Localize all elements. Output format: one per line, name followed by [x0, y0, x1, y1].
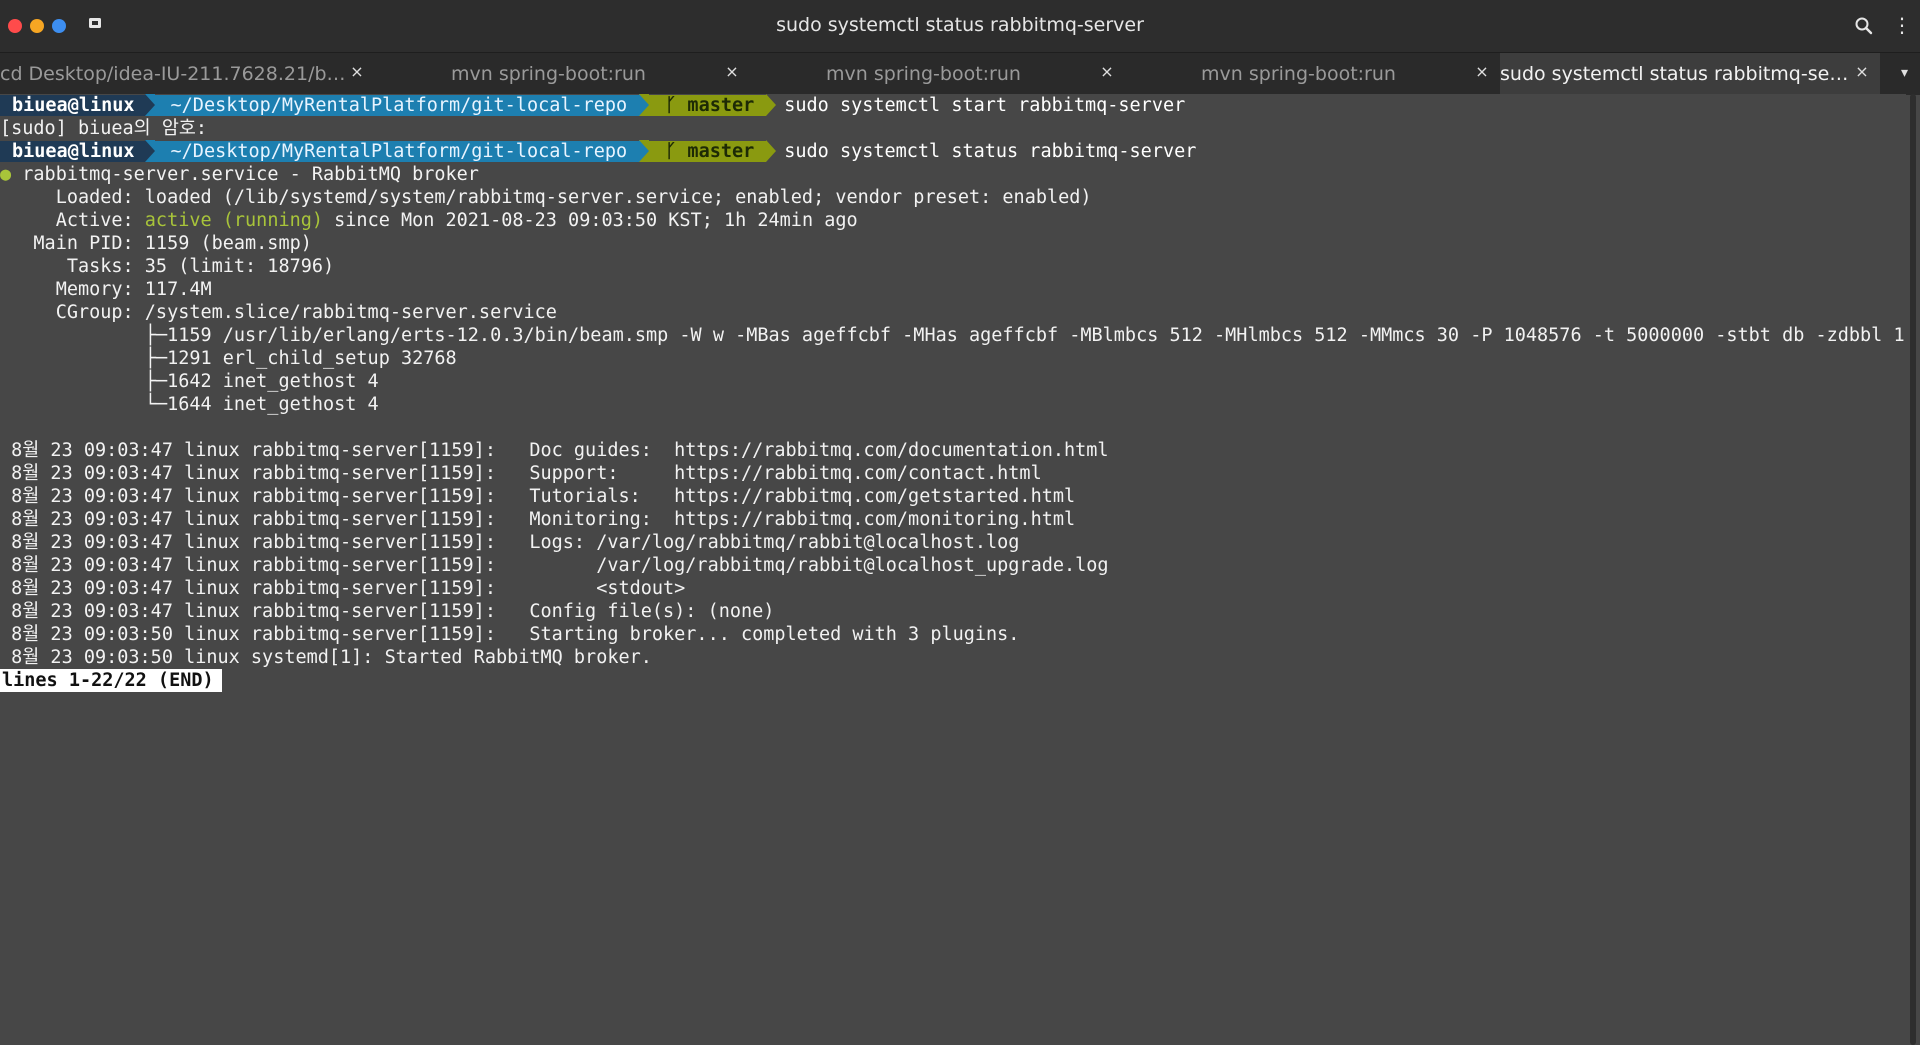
- log-line: 8월 23 09:03:47 linux rabbitmq-server[115…: [0, 578, 686, 599]
- tab-label: mvn spring-boot:run: [826, 63, 1021, 85]
- powerline-separator: [639, 140, 650, 162]
- sudo-password-prompt: [sudo] biuea의 암호:: [0, 118, 207, 139]
- log-line: 8월 23 09:03:50 linux rabbitmq-server[115…: [0, 624, 1020, 645]
- cgroup-process-line: └─1644 inet_gethost 4: [0, 394, 379, 415]
- prompt-user: biuea@linux: [0, 141, 145, 162]
- pager-status: lines 1-22/22 (END): [0, 669, 222, 692]
- prompt-line: biuea@linux ~/Desktop/MyRentalPlatform/gi…: [0, 94, 1906, 117]
- powerline-separator: [766, 140, 777, 162]
- prompt-user: biuea@linux: [0, 95, 145, 116]
- tasks-line: Tasks: 35 (limit: 18796): [0, 256, 335, 277]
- service-title: rabbitmq-server.service - RabbitMQ broke…: [11, 164, 479, 185]
- active-label: Active:: [0, 210, 145, 231]
- loaded-line: Loaded: loaded (/lib/systemd/system/rabb…: [0, 187, 1092, 208]
- tab-list-dropdown-icon[interactable]: ▾: [1901, 65, 1908, 81]
- title-bar: sudo systemctl status rabbitmq-server ⋮: [0, 0, 1920, 52]
- cgroup-process-line: ├─1159 /usr/lib/erlang/erts-12.0.3/bin/b…: [0, 324, 1906, 347]
- log-line: 8월 23 09:03:47 linux rabbitmq-server[115…: [0, 440, 1109, 461]
- log-line: 8월 23 09:03:47 linux rabbitmq-server[115…: [0, 532, 1020, 553]
- log-line: 8월 23 09:03:47 linux rabbitmq-server[115…: [0, 509, 1076, 530]
- log-line: 8월 23 09:03:47 linux rabbitmq-server[115…: [0, 463, 1042, 484]
- tab-cd-desktop[interactable]: cd Desktop/idea-IU-211.7628.21/bin··· ×: [0, 53, 375, 95]
- service-header: ● rabbitmq-server.service - RabbitMQ bro…: [0, 163, 1906, 186]
- active-since: since Mon 2021-08-23 09:03:50 KST; 1h 24…: [323, 210, 858, 231]
- search-icon[interactable]: [1852, 14, 1876, 38]
- cgroup-process-line: ├─1291 erl_child_setup 32768: [0, 348, 457, 369]
- log-line: 8월 23 09:03:50 linux systemd[1]: Started…: [0, 647, 652, 668]
- prompt-line: biuea@linux ~/Desktop/MyRentalPlatform/gi…: [0, 140, 1906, 163]
- powerline-separator: [144, 94, 155, 116]
- tab-systemctl-status[interactable]: sudo systemctl status rabbitmq-ser··· ×: [1500, 53, 1880, 95]
- prompt-path: ~/Desktop/MyRentalPlatform/git-local-rep…: [154, 141, 640, 162]
- memory-line: Memory: 117.4M: [0, 279, 212, 300]
- cgroup-process-line: ├─1642 inet_gethost 4: [0, 371, 379, 392]
- close-icon[interactable]: ×: [722, 61, 742, 83]
- log-line: 8월 23 09:03:47 linux rabbitmq-server[115…: [0, 601, 775, 622]
- tab-mvn-spring-boot-3[interactable]: mvn spring-boot:run ×: [1125, 53, 1500, 95]
- prompt-branch: ᚴ master: [649, 141, 767, 162]
- command-text: sudo systemctl start rabbitmq-server: [784, 95, 1186, 116]
- tab-label: mvn spring-boot:run: [1201, 63, 1396, 85]
- tab-label: mvn spring-boot:run: [451, 63, 646, 85]
- close-icon[interactable]: ×: [347, 61, 367, 83]
- tab-mvn-spring-boot-2[interactable]: mvn spring-boot:run ×: [750, 53, 1125, 95]
- close-icon[interactable]: ×: [1097, 61, 1117, 83]
- log-line: 8월 23 09:03:47 linux rabbitmq-server[115…: [0, 486, 1076, 507]
- prompt-path: ~/Desktop/MyRentalPlatform/git-local-rep…: [154, 95, 640, 116]
- active-state: active (running): [144, 210, 324, 231]
- menu-icon[interactable]: ⋮: [1892, 14, 1912, 38]
- log-line: 8월 23 09:03:47 linux rabbitmq-server[115…: [0, 555, 1109, 576]
- tab-label: sudo systemctl status rabbitmq-ser···: [1500, 63, 1852, 85]
- main-pid-line: Main PID: 1159 (beam.smp): [0, 233, 312, 254]
- close-icon[interactable]: ×: [1852, 61, 1872, 83]
- powerline-separator: [639, 94, 650, 116]
- tab-label: cd Desktop/idea-IU-211.7628.21/bin···: [0, 63, 347, 85]
- cgroup-line: CGroup: /system.slice/rabbitmq-server.se…: [0, 302, 557, 323]
- powerline-separator: [144, 140, 155, 162]
- terminal-output[interactable]: biuea@linux ~/Desktop/MyRentalPlatform/gi…: [0, 94, 1906, 1045]
- tab-bar: cd Desktop/idea-IU-211.7628.21/bin··· × …: [0, 52, 1920, 95]
- active-line: Active: active (running) since Mon 2021-…: [0, 209, 1906, 232]
- prompt-branch: ᚴ master: [649, 95, 767, 116]
- terminal-scrollbar[interactable]: [1910, 94, 1916, 1045]
- close-icon[interactable]: ×: [1472, 61, 1492, 83]
- tab-mvn-spring-boot-1[interactable]: mvn spring-boot:run ×: [375, 53, 750, 95]
- cgroup-process-text: ├─1159 /usr/lib/erlang/erts-12.0.3/bin/b…: [0, 325, 1906, 346]
- command-text: sudo systemctl status rabbitmq-server: [784, 141, 1197, 162]
- status-dot-icon: ●: [0, 164, 12, 185]
- powerline-separator: [766, 94, 777, 116]
- pager-status-line: lines 1-22/22 (END): [0, 669, 1906, 692]
- window-title: sudo systemctl status rabbitmq-server: [776, 14, 1144, 36]
